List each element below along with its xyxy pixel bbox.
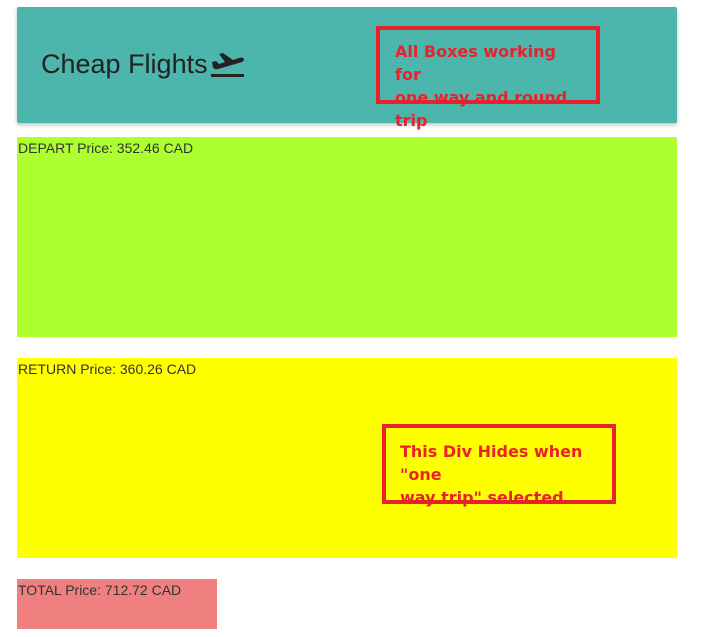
total-price-box: TOTAL Price: 712.72 CAD xyxy=(17,579,217,629)
brand-title: Cheap Flights xyxy=(41,49,208,79)
depart-price-box: DEPART Price: 352.46 CAD xyxy=(17,137,677,337)
return-price-label: RETURN Price: 360.26 CAD xyxy=(18,361,197,377)
brand-logo[interactable]: Cheap Flights xyxy=(41,47,246,81)
depart-price-label: DEPART Price: 352.46 CAD xyxy=(18,140,194,156)
page: Cheap Flights All Boxes working for one … xyxy=(0,0,705,637)
annotation-box-div-hides: This Div Hides when "one way trip" selec… xyxy=(382,424,616,507)
annotation-box-all-boxes: All Boxes working for one way and round … xyxy=(376,26,600,130)
flight-takeoff-icon xyxy=(208,49,246,79)
total-price-label: TOTAL Price: 712.72 CAD xyxy=(18,582,182,598)
